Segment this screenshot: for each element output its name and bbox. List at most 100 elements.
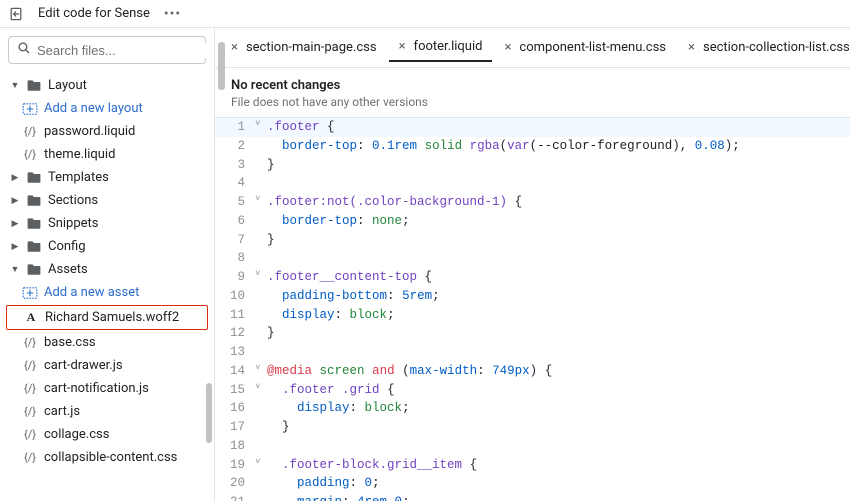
file-label: cart-drawer.js (44, 358, 123, 373)
file-item[interactable]: {/}cart-drawer.js (0, 354, 214, 377)
code-line[interactable]: 12} (215, 324, 850, 343)
code-text: .footer-block.grid__item { (267, 456, 850, 475)
folder-label: Layout (48, 78, 87, 93)
fold-icon (255, 249, 267, 268)
code-line[interactable]: 20 padding: 0; (215, 474, 850, 493)
code-line[interactable]: 3} (215, 156, 850, 175)
code-line[interactable]: 11 display: block; (215, 306, 850, 325)
file-label: collage.css (44, 427, 109, 442)
tab-label: footer.liquid (414, 39, 483, 54)
line-number: 13 (215, 343, 255, 362)
fold-icon[interactable]: ˅ (255, 381, 267, 400)
code-line[interactable]: 15˅ .footer .grid { (215, 381, 850, 400)
search-input-wrap[interactable] (8, 36, 206, 64)
folder-sections[interactable]: Sections (0, 189, 214, 212)
code-line[interactable]: 19˅ .footer-block.grid__item { (215, 456, 850, 475)
code-line[interactable]: 1˅.footer { (215, 118, 850, 137)
file-item[interactable]: {/}cart.js (0, 400, 214, 423)
code-icon: {/} (22, 405, 38, 419)
tab[interactable]: ×section-collection-list.css (678, 34, 850, 61)
fold-icon (255, 493, 267, 501)
folder-assets[interactable]: Assets (0, 258, 214, 281)
file-item[interactable]: {/}theme.liquid (0, 143, 214, 166)
tab[interactable]: × footer.liquid (389, 33, 493, 62)
status-bar: No recent changes File does not have any… (215, 68, 850, 118)
code-line[interactable]: 16 display: block; (215, 399, 850, 418)
chevron-icon[interactable] (10, 80, 20, 91)
code-text (267, 174, 850, 193)
line-number: 20 (215, 474, 255, 493)
tab[interactable]: ×component-list-menu.css (494, 34, 676, 61)
folder-label: Assets (48, 262, 88, 277)
code-text: display: block; (267, 306, 850, 325)
chevron-icon[interactable] (10, 173, 20, 183)
file-item[interactable]: ARichard Samuels.woff2 (6, 305, 208, 330)
fold-icon[interactable]: ˅ (255, 456, 267, 475)
code-line[interactable]: 4 (215, 174, 850, 193)
folder-icon (26, 217, 42, 231)
search-input[interactable] (37, 43, 213, 58)
code-line[interactable]: 8 (215, 249, 850, 268)
chevron-icon[interactable] (10, 219, 20, 229)
code-text: } (267, 156, 850, 175)
file-item[interactable]: {/} collapsible-content.css (0, 446, 214, 469)
close-icon[interactable]: × (688, 41, 695, 54)
close-icon[interactable]: × (399, 40, 406, 53)
line-number: 3 (215, 156, 255, 175)
code-line[interactable]: 9˅.footer__content-top { (215, 268, 850, 287)
folder-label: Snippets (48, 216, 99, 231)
code-line[interactable]: 14˅@media screen and (max-width: 749px) … (215, 362, 850, 381)
file-label: cart-notification.js (44, 381, 149, 396)
close-icon[interactable]: × (504, 41, 511, 54)
code-text: border-top: none; (267, 212, 850, 231)
line-number: 10 (215, 287, 255, 306)
folder-config[interactable]: Config (0, 235, 214, 258)
folder-snippets[interactable]: Snippets (0, 212, 214, 235)
add-new-link[interactable]: Add a new layout (0, 97, 214, 120)
tab[interactable]: ×section-main-page.css (221, 34, 387, 61)
code-line[interactable]: 21 margin: 4rem 0; (215, 493, 850, 501)
code-line[interactable]: 10 padding-bottom: 5rem; (215, 287, 850, 306)
fold-icon[interactable]: ˅ (255, 193, 267, 212)
close-icon[interactable]: × (231, 41, 238, 54)
line-number: 18 (215, 437, 255, 456)
file-item[interactable]: {/}cart-notification.js (0, 377, 214, 400)
folder-icon (26, 263, 42, 277)
fold-icon[interactable]: ˅ (255, 268, 267, 287)
code-line[interactable]: 5˅.footer:not(.color-background-1) { (215, 193, 850, 212)
fold-icon[interactable]: ˅ (255, 118, 267, 137)
file-item[interactable]: {/}password.liquid (0, 120, 214, 143)
file-item[interactable]: {/}base.css (0, 331, 214, 354)
add-new-link[interactable]: Add a new asset (0, 281, 214, 304)
file-label: collapsible-content.css (44, 450, 177, 465)
file-label: base.css (44, 335, 96, 350)
exit-icon[interactable] (8, 6, 24, 22)
tabs: ×section-main-page.css×footer.liquid×com… (215, 28, 850, 68)
code-editor[interactable]: 1˅.footer {2 border-top: 0.1rem solid rg… (215, 118, 850, 501)
chevron-icon[interactable] (10, 264, 20, 275)
chevron-icon[interactable] (10, 196, 20, 206)
line-number: 9 (215, 268, 255, 287)
folder-layout[interactable]: Layout (0, 74, 214, 97)
code-line[interactable]: 7} (215, 231, 850, 250)
code-line[interactable]: 2 border-top: 0.1rem solid rgba(var(--co… (215, 137, 850, 156)
code-icon: {/} (22, 451, 38, 465)
chevron-icon[interactable] (10, 242, 20, 252)
code-line[interactable]: 17 } (215, 418, 850, 437)
fold-icon[interactable]: ˅ (255, 362, 267, 381)
sidebar-scrollbar[interactable] (206, 73, 212, 493)
fold-icon (255, 306, 267, 325)
code-text: padding: 0; (267, 474, 850, 493)
file-item[interactable]: {/}collage.css (0, 423, 214, 446)
code-line[interactable]: 6 border-top: none; (215, 212, 850, 231)
fold-icon (255, 137, 267, 156)
code-line[interactable]: 13 (215, 343, 850, 362)
folder-templates[interactable]: Templates (0, 166, 214, 189)
line-number: 5 (215, 193, 255, 212)
code-text: padding-bottom: 5rem; (267, 287, 850, 306)
fold-icon (255, 156, 267, 175)
fold-icon (255, 474, 267, 493)
code-line[interactable]: 18 (215, 437, 850, 456)
folder-label: Templates (48, 170, 109, 185)
more-icon[interactable]: ••• (164, 6, 181, 22)
